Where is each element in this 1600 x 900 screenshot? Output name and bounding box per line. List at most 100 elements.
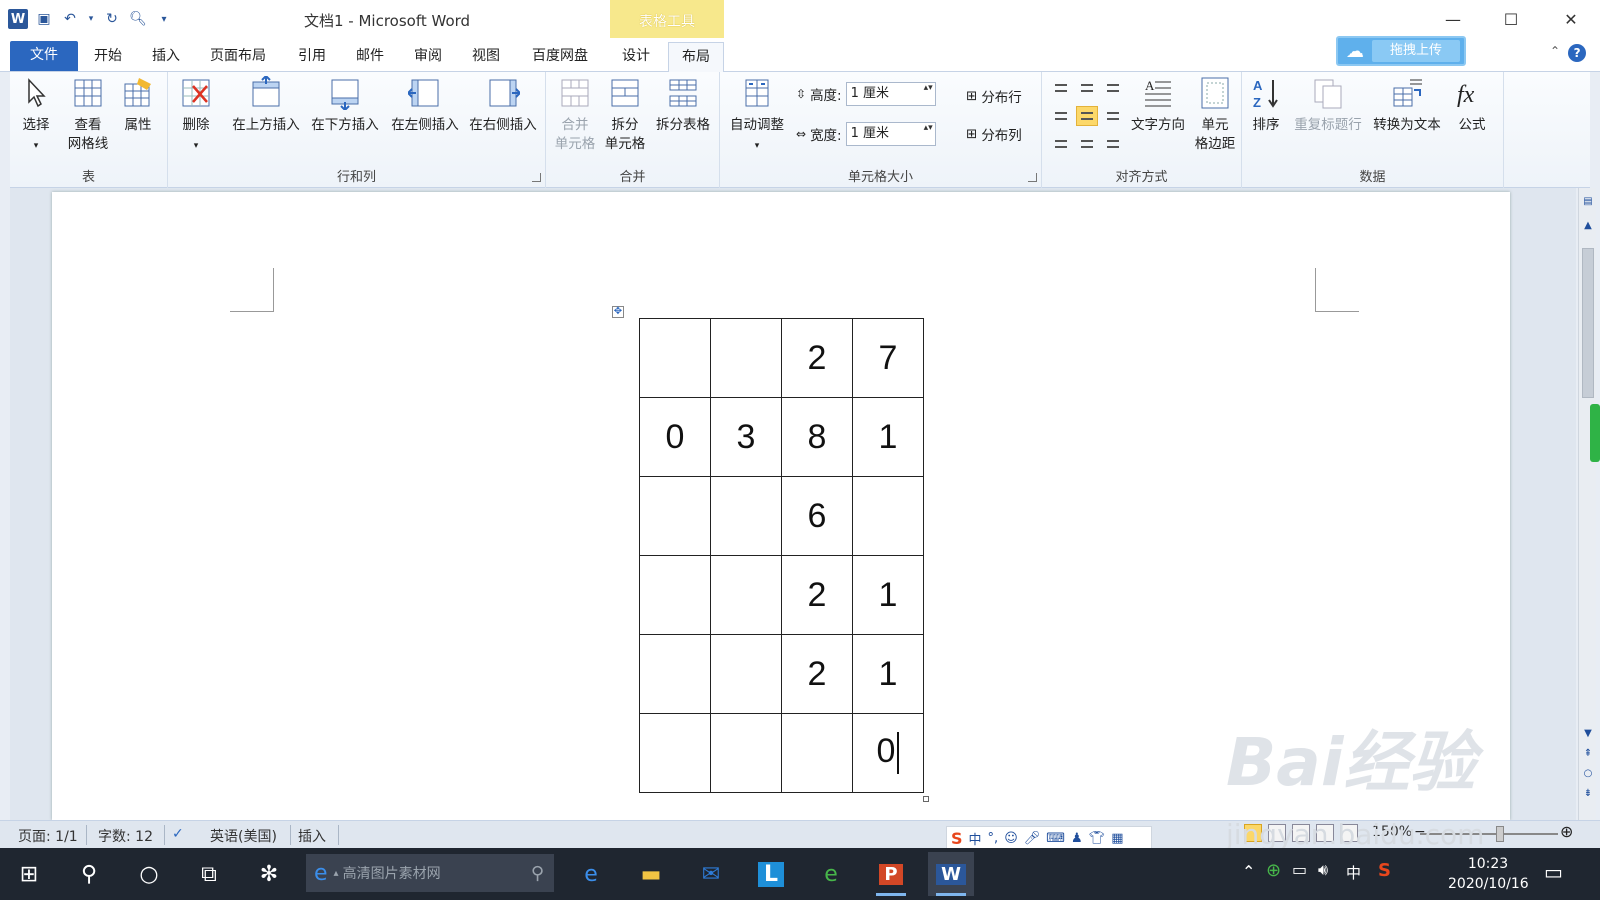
network-icon[interactable]: ▭: [1292, 860, 1307, 879]
tab-insert[interactable]: 插入: [146, 42, 186, 72]
tab-review[interactable]: 审阅: [408, 42, 448, 72]
autofit-button[interactable]: 自动调整 ▾: [724, 76, 790, 156]
word-count[interactable]: 字数: 12: [98, 826, 153, 846]
user-icon[interactable]: ♟: [1071, 831, 1083, 846]
table-cell[interactable]: [639, 555, 711, 635]
previous-page-icon[interactable]: ⇞: [1582, 748, 1594, 759]
table-cell[interactable]: 1: [852, 397, 924, 477]
ime-language[interactable]: 中: [969, 829, 982, 848]
table-cell[interactable]: 7: [852, 318, 924, 398]
task-view-icon[interactable]: ⧉: [186, 852, 232, 896]
web-layout-view-button[interactable]: [1292, 824, 1310, 842]
zoom-out-icon[interactable]: −: [1414, 824, 1426, 840]
table-cell[interactable]: 2: [781, 634, 853, 714]
scroll-thumb[interactable]: [1582, 248, 1594, 398]
microphone-icon[interactable]: 🎤︎: [1024, 831, 1041, 846]
distribute-rows-button[interactable]: ⊞ 分布行: [966, 86, 1022, 106]
show-hidden-icons-icon[interactable]: ⌃: [1242, 862, 1255, 881]
draft-view-button[interactable]: [1340, 824, 1358, 842]
print-preview-icon[interactable]: 🔍︎: [128, 9, 148, 29]
vertical-scrollbar[interactable]: ▤ ▲ ▼ ⇞ ○ ⇟: [1578, 188, 1596, 820]
undo-icon[interactable]: ↶: [60, 9, 80, 29]
table-cell[interactable]: 3: [710, 397, 782, 477]
align-middle-left-button[interactable]: [1050, 106, 1072, 126]
table-cell-active[interactable]: 0: [852, 713, 924, 793]
close-button[interactable]: ✕: [1542, 0, 1600, 38]
properties-button[interactable]: 属性: [114, 76, 162, 135]
cortana-icon[interactable]: ○: [126, 852, 172, 896]
language-indicator[interactable]: 英语(美国): [210, 826, 277, 846]
notification-center-icon[interactable]: ▭: [1544, 860, 1563, 884]
toolbox-icon[interactable]: ▦: [1111, 831, 1123, 846]
table-cell[interactable]: [710, 318, 782, 398]
volume-icon[interactable]: 🔊︎: [1318, 860, 1328, 880]
search-icon[interactable]: ⚲: [66, 852, 112, 896]
customize-toolbar-icon[interactable]: ▾: [154, 9, 174, 29]
table-cell[interactable]: 8: [781, 397, 853, 477]
delete-button[interactable]: 删除 ▾: [174, 76, 218, 156]
edge-browser-icon[interactable]: e: [568, 852, 614, 896]
tab-references[interactable]: 引用: [292, 42, 332, 72]
align-top-left-button[interactable]: [1050, 78, 1072, 98]
distribute-columns-button[interactable]: ⊞ 分布列: [966, 124, 1022, 144]
baidu-upload-button[interactable]: ☁ 拖拽上传: [1336, 36, 1466, 66]
zoom-level[interactable]: 150%: [1372, 824, 1412, 840]
security-tray-icon[interactable]: ⊕: [1266, 860, 1281, 881]
windows-start-icon[interactable]: ⊞: [6, 852, 52, 896]
sogou-tray-icon[interactable]: S: [1378, 860, 1391, 881]
tab-layout[interactable]: 布局: [668, 42, 724, 73]
emoji-icon[interactable]: ☺: [1004, 831, 1018, 846]
merge-cells-button[interactable]: 合并 单元格: [550, 76, 600, 154]
tab-view[interactable]: 视图: [466, 42, 506, 72]
table-cell[interactable]: [710, 555, 782, 635]
collapse-ribbon-icon[interactable]: ⌃: [1550, 44, 1560, 62]
zoom-in-icon[interactable]: ⊕: [1560, 822, 1573, 841]
clock[interactable]: 10:23 2020/10/16: [1448, 854, 1529, 894]
print-layout-view-button[interactable]: [1244, 824, 1262, 842]
table-cell[interactable]: [639, 634, 711, 714]
table-cell[interactable]: [781, 713, 853, 793]
cell-size-dialog-launcher[interactable]: [1028, 173, 1037, 182]
convert-to-text-button[interactable]: 转换为文本: [1368, 76, 1446, 135]
maximize-button[interactable]: ☐: [1482, 0, 1540, 38]
table-cell[interactable]: 0: [639, 397, 711, 477]
tab-design[interactable]: 设计: [616, 42, 656, 72]
document-table[interactable]: 2 7 0 3 8 1 6 2 1 2 1 0: [639, 318, 924, 793]
table-cell[interactable]: [710, 713, 782, 793]
rows-columns-dialog-launcher[interactable]: [532, 173, 541, 182]
page-count[interactable]: 页面: 1/1: [18, 826, 78, 846]
browse-object-icon[interactable]: ○: [1582, 768, 1594, 779]
outline-view-button[interactable]: [1316, 824, 1334, 842]
view-gridlines-button[interactable]: 查看 网格线: [62, 76, 114, 154]
zoom-slider-thumb[interactable]: [1496, 826, 1504, 842]
browser-search-box[interactable]: e ▴ 高清图片素材网 ⚲: [306, 854, 554, 892]
word-taskbar-icon[interactable]: W: [928, 852, 974, 896]
split-table-button[interactable]: 拆分表格: [650, 76, 716, 135]
align-top-center-button[interactable]: [1076, 78, 1098, 98]
insert-above-button[interactable]: 在上方插入: [226, 76, 306, 135]
ruler-toggle-icon[interactable]: ▤: [1582, 196, 1594, 207]
insert-mode[interactable]: 插入: [298, 826, 326, 846]
file-explorer-icon[interactable]: ▬: [628, 852, 674, 896]
tab-home[interactable]: 开始: [88, 42, 128, 72]
insert-below-button[interactable]: 在下方插入: [306, 76, 384, 135]
save-icon[interactable]: ▣: [34, 9, 54, 29]
table-cell[interactable]: 2: [781, 318, 853, 398]
table-cell[interactable]: [710, 634, 782, 714]
tab-mailings[interactable]: 邮件: [350, 42, 390, 72]
pinwheel-app-icon[interactable]: ✻: [246, 852, 292, 896]
powerpoint-icon[interactable]: P: [868, 852, 914, 896]
input-language-indicator[interactable]: 中: [1346, 862, 1361, 883]
l-app-icon[interactable]: L: [748, 852, 794, 896]
full-screen-reading-view-button[interactable]: [1268, 824, 1286, 842]
undo-dropdown-icon[interactable]: ▾: [86, 9, 96, 29]
table-resize-handle[interactable]: [923, 796, 929, 802]
table-cell[interactable]: 6: [781, 476, 853, 556]
table-cell[interactable]: 1: [852, 555, 924, 635]
minimize-button[interactable]: —: [1424, 0, 1482, 38]
table-cell[interactable]: 1: [852, 634, 924, 714]
align-middle-right-button[interactable]: [1102, 106, 1124, 126]
zoom-slider[interactable]: [1420, 833, 1558, 835]
proofing-icon[interactable]: ✓: [172, 826, 184, 842]
align-middle-center-button[interactable]: [1076, 106, 1098, 126]
